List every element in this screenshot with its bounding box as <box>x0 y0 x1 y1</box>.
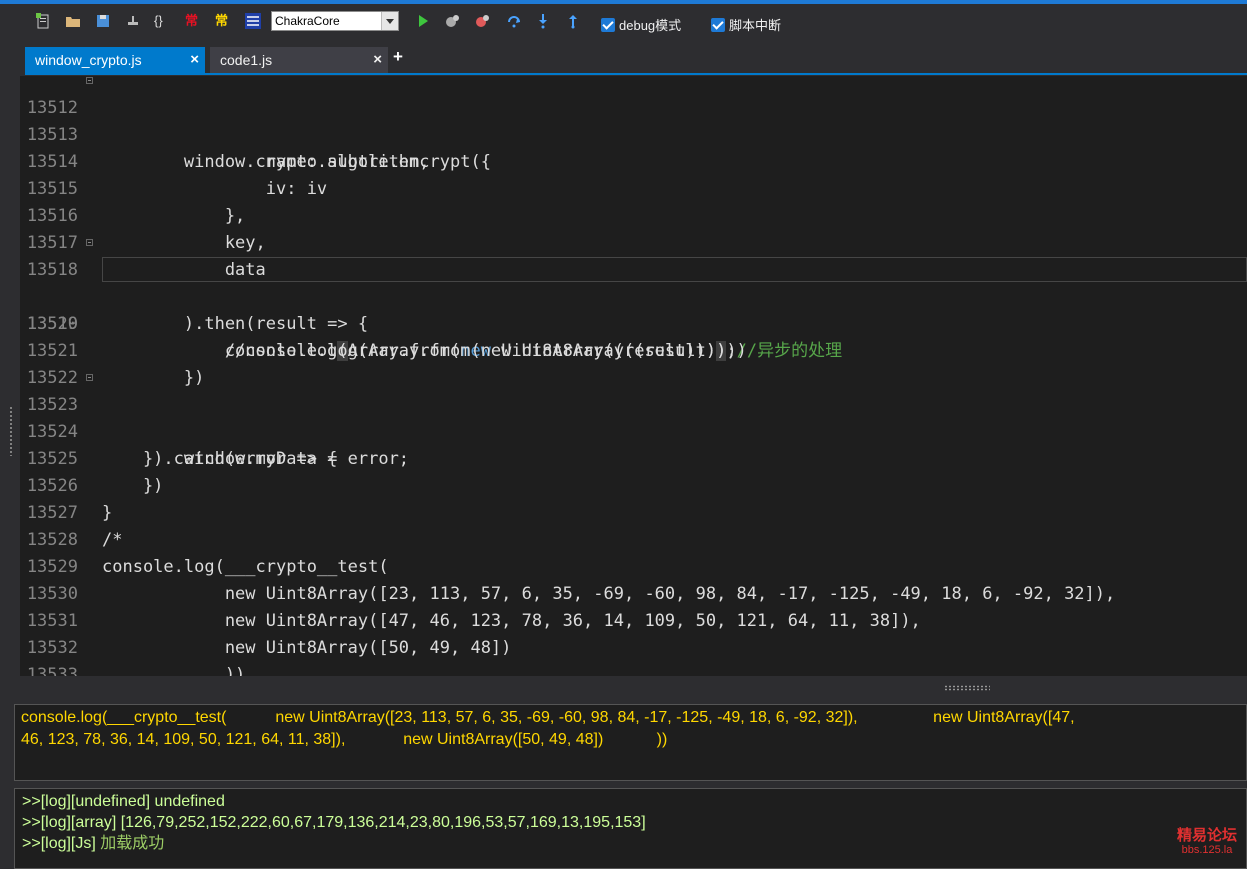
output-line: >>[log][undefined] undefined <box>22 793 225 810</box>
debug-mode-checkbox[interactable]: debug模式 <box>601 15 681 34</box>
add-tab-button[interactable]: + <box>393 47 403 67</box>
site-watermark: 精易论坛 bbs.125.la <box>1168 828 1246 857</box>
close-icon[interactable]: × <box>190 47 199 73</box>
command-line-1: console.log(___crypto__test( new Uint8Ar… <box>21 709 1075 726</box>
clear-breakpoints-icon[interactable] <box>475 12 491 30</box>
tab-strip: window_crypto.js × code1.js × <box>0 38 1247 76</box>
code-line-current: 13519 console.log(Array.from(new Uint8Ar… <box>20 257 1247 361</box>
tab-label: window_crypto.js <box>35 52 142 68</box>
resize-grip-icon[interactable] <box>9 406 13 456</box>
code-line: 13524 window.myData = error; <box>20 392 1247 469</box>
output-line: >>[log][array] [126,79,252,152,222,60,67… <box>22 814 646 831</box>
command-line-2: 46, 123, 78, 36, 14, 109, 50, 121, 64, 1… <box>21 731 668 748</box>
code-line: 13526 } <box>20 446 1247 523</box>
fold-icon[interactable] <box>86 374 93 381</box>
code-line: 13520 //console.log(Array.from(new Uint8… <box>20 284 1247 361</box>
code-editor[interactable]: 13512 window.crypto.subtle.encrypt({ 135… <box>20 76 1247 676</box>
line-number: 13533 <box>26 665 78 676</box>
code-line: 13531 new Uint8Array([50, 49, 48]) <box>20 581 1247 658</box>
code-line: 13513 name: algorithm, <box>20 95 1247 172</box>
checkbox-checked-icon <box>711 17 725 32</box>
left-gutter-bar <box>0 76 20 676</box>
script-break-label: 脚本中断 <box>729 18 782 33</box>
output-message: 加载成功 <box>100 835 165 852</box>
format-braces-icon[interactable]: {} <box>154 12 163 30</box>
code-line: 13530 new Uint8Array([47, 46, 123, 78, 3… <box>20 554 1247 631</box>
script-break-checkbox[interactable]: 脚本中断 <box>711 15 781 34</box>
current-line-highlight <box>102 257 1247 282</box>
output-line: >>[log][Js] 加载成功 <box>22 833 1239 854</box>
fold-icon[interactable] <box>86 77 93 84</box>
step-into-icon[interactable] <box>536 12 550 30</box>
code-line: 13522 <box>20 338 1247 388</box>
toolbar: {} 常 常 ChakraCore debug模式 脚本中断 <box>0 4 1247 38</box>
step-out-icon[interactable] <box>566 12 580 30</box>
panel-splitter[interactable] <box>0 676 1247 700</box>
code-line: 13532 )) <box>20 608 1247 676</box>
engine-select[interactable]: ChakraCore <box>271 11 399 31</box>
code-line: 13533 */ <box>20 635 1247 676</box>
debug-mode-label: debug模式 <box>619 18 682 33</box>
constant-yellow-icon[interactable]: 常 <box>215 12 228 30</box>
code-line: 13529 new Uint8Array([23, 113, 57, 6, 35… <box>20 527 1247 604</box>
code-line: 13527 /* <box>20 473 1247 550</box>
output-prefix: >>[log][Js] <box>22 835 101 852</box>
code-line: 13525 }) <box>20 419 1247 496</box>
step-over-icon[interactable] <box>506 12 522 30</box>
watermark-title: 精易论坛 <box>1176 827 1237 844</box>
new-file-icon[interactable] <box>35 12 51 30</box>
code-line: 13518 ).then(result => { <box>20 230 1247 334</box>
breakpoint-icon[interactable] <box>445 12 461 30</box>
code-line: 13523 }).catch(error => { <box>20 365 1247 469</box>
open-folder-icon[interactable] <box>65 12 81 30</box>
fold-icon[interactable] <box>86 239 93 246</box>
code-line: 13528 console.log(___crypto__test( <box>20 500 1247 577</box>
command-input[interactable]: console.log(___crypto__test( new Uint8Ar… <box>14 704 1247 781</box>
decode-icon[interactable] <box>244 12 262 30</box>
code-line: 13515 }, <box>20 149 1247 226</box>
code-line: 13516 key, <box>20 176 1247 253</box>
run-icon[interactable] <box>416 12 430 30</box>
close-icon[interactable]: × <box>373 47 382 73</box>
checkbox-checked-icon <box>601 17 615 32</box>
clean-icon[interactable] <box>125 12 141 30</box>
tab-label: code1.js <box>220 52 273 68</box>
chevron-down-icon[interactable] <box>381 12 398 30</box>
console-output[interactable]: >>[log][undefined] undefined >>[log][arr… <box>14 788 1247 869</box>
code-line: 13512 window.crypto.subtle.encrypt({ <box>20 76 1247 172</box>
splitter-grip-icon[interactable] <box>944 685 990 691</box>
engine-select-value: ChakraCore <box>275 14 340 28</box>
tab-code1[interactable]: code1.js × <box>210 47 388 73</box>
save-icon[interactable] <box>95 12 111 30</box>
code-text: )) <box>102 665 246 676</box>
code-line: 13521 }) <box>20 311 1247 388</box>
code-line: 13514 iv: iv <box>20 122 1247 199</box>
constant-red-icon[interactable]: 常 <box>185 12 198 30</box>
code-line: 13517 data <box>20 203 1247 280</box>
tab-underline <box>25 73 1247 75</box>
tab-window-crypto[interactable]: window_crypto.js × <box>25 47 205 73</box>
watermark-url: bbs.125.la <box>1181 844 1233 856</box>
